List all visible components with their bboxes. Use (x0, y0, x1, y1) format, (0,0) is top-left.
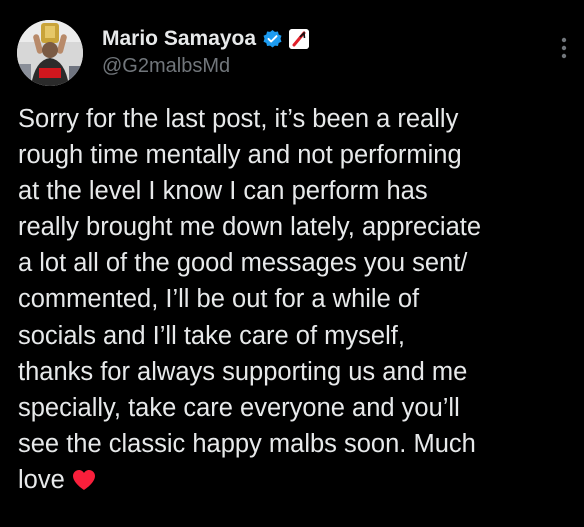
red-heart-icon (71, 468, 97, 492)
user-avatar-icon (17, 20, 83, 86)
more-options-icon (561, 37, 567, 59)
author-name-row: Mario Samayoa (102, 26, 310, 52)
tweet-text: Sorry for the last post, it’s been a rea… (18, 101, 574, 498)
author-display-name[interactable]: Mario Samayoa (102, 27, 256, 51)
verified-badge-icon[interactable] (262, 29, 283, 50)
tweet-body: Sorry for the last post, it’s been a rea… (18, 105, 482, 494)
affiliate-badge-icon[interactable] (289, 29, 310, 49)
more-options-button[interactable] (551, 30, 577, 66)
avatar[interactable] (17, 20, 83, 86)
author-handle[interactable]: @G2malbsMd (102, 55, 230, 78)
tweet: Mario Samayoa @G2malbsMd Sorry for the l… (0, 0, 584, 527)
